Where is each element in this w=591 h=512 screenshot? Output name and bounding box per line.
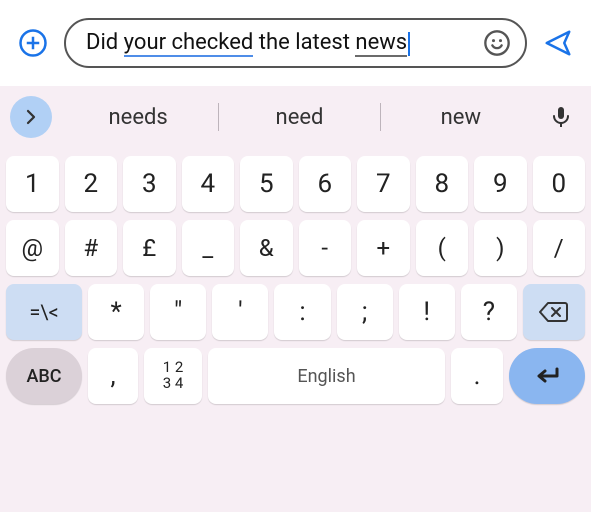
suggestion-strip: needs need new <box>6 86 585 148</box>
emoji-button[interactable] <box>483 29 511 57</box>
separator <box>380 103 381 131</box>
symbol2-key-0[interactable]: * <box>88 284 144 340</box>
digit-key-1[interactable]: 2 <box>65 156 118 212</box>
symbol-key-9[interactable]: / <box>533 220 586 276</box>
symbol2-key-4[interactable]: ; <box>337 284 393 340</box>
attach-button[interactable] <box>16 26 50 60</box>
keyboard: needs need new 1234567890 @#£_&-+()/ =\<… <box>0 86 591 512</box>
symbol-key-2[interactable]: £ <box>123 220 176 276</box>
symbol2-key-2[interactable]: ' <box>212 284 268 340</box>
text-caret <box>408 32 410 56</box>
symbol-key-1[interactable]: # <box>65 220 118 276</box>
digit-key-4[interactable]: 5 <box>240 156 293 212</box>
symbol-key-0[interactable]: @ <box>6 220 59 276</box>
space-key[interactable]: English <box>208 348 445 404</box>
mic-icon <box>549 105 573 129</box>
symbol-key-5[interactable]: - <box>299 220 352 276</box>
digit-key-8[interactable]: 9 <box>474 156 527 212</box>
abc-mode-key[interactable]: ABC <box>6 348 82 404</box>
enter-key[interactable] <box>509 348 585 404</box>
message-text: Did your checked the latest news <box>86 30 473 55</box>
numpad-label: 1 2 3 4 <box>163 360 184 392</box>
smiley-icon <box>483 29 511 57</box>
key-row-1: 1234567890 <box>6 156 585 212</box>
backspace-key[interactable] <box>523 284 585 340</box>
numpad-bot: 3 4 <box>163 376 184 392</box>
numpad-key[interactable]: 1 2 3 4 <box>144 348 202 404</box>
separator <box>218 103 219 131</box>
compose-bar: Did your checked the latest news <box>0 0 591 86</box>
symbol-key-7[interactable]: ( <box>416 220 469 276</box>
symbol-key-3[interactable]: _ <box>182 220 235 276</box>
text-plain: Did <box>86 30 124 55</box>
grammar-underline[interactable]: your checked <box>124 30 254 57</box>
digit-key-6[interactable]: 7 <box>357 156 410 212</box>
period-key[interactable]: . <box>451 348 503 404</box>
key-row-3: =\< *"':;!? <box>6 284 585 340</box>
enter-icon <box>533 366 561 386</box>
message-input[interactable]: Did your checked the latest news <box>64 18 527 68</box>
symbol-key-8[interactable]: ) <box>474 220 527 276</box>
key-row-4: ABC , 1 2 3 4 English . <box>6 348 585 404</box>
send-button[interactable] <box>541 26 575 60</box>
plus-circle-icon <box>18 28 48 58</box>
symbol2-key-1[interactable]: " <box>150 284 206 340</box>
digit-key-9[interactable]: 0 <box>533 156 586 212</box>
backspace-icon <box>539 301 569 323</box>
digit-key-0[interactable]: 1 <box>6 156 59 212</box>
key-row-2: @#£_&-+()/ <box>6 220 585 276</box>
chevron-right-icon <box>22 108 40 126</box>
symbol2-key-5[interactable]: ! <box>399 284 455 340</box>
symbol-key-4[interactable]: & <box>240 220 293 276</box>
digit-key-3[interactable]: 4 <box>182 156 235 212</box>
send-icon <box>543 28 573 58</box>
suggestion-1[interactable]: needs <box>60 97 216 138</box>
suggestion-2[interactable]: need <box>221 97 377 138</box>
digit-key-2[interactable]: 3 <box>123 156 176 212</box>
symbol2-key-6[interactable]: ? <box>461 284 517 340</box>
key-row-3-mid: *"':;!? <box>88 284 517 340</box>
symbols-shift-key[interactable]: =\< <box>6 284 82 340</box>
digit-key-5[interactable]: 6 <box>299 156 352 212</box>
digit-key-7[interactable]: 8 <box>416 156 469 212</box>
suggestion-3[interactable]: new <box>383 97 539 138</box>
comma-key[interactable]: , <box>88 348 138 404</box>
composing-underline: news <box>355 30 407 57</box>
expand-toolbar-button[interactable] <box>10 96 52 138</box>
voice-input-button[interactable] <box>541 97 581 137</box>
symbol2-key-3[interactable]: : <box>274 284 330 340</box>
symbol-key-6[interactable]: + <box>357 220 410 276</box>
text-plain: the latest <box>253 30 355 55</box>
